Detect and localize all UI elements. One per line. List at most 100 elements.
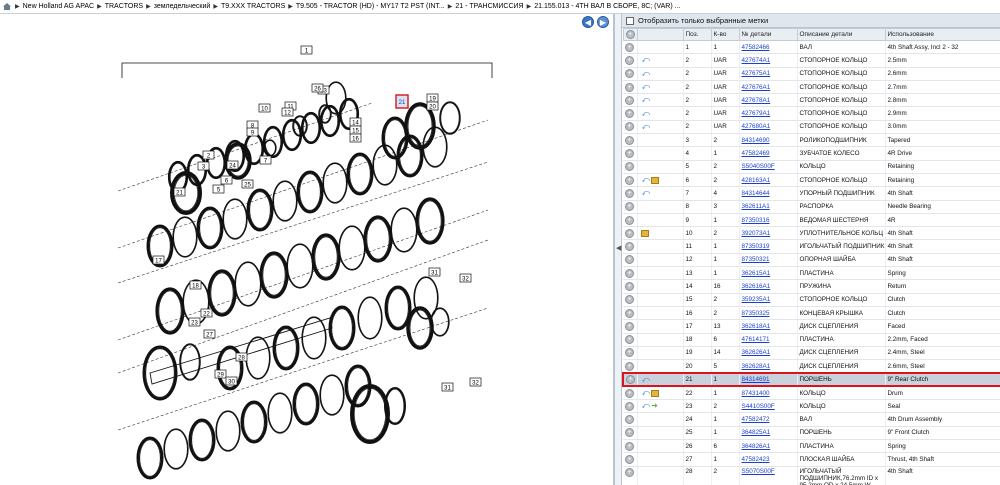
ring-part[interactable] <box>346 152 374 196</box>
row-expand[interactable]: + <box>622 371 638 388</box>
row-expand[interactable]: + <box>623 426 638 440</box>
row-expand[interactable]: + <box>623 120 638 135</box>
callout-label[interactable]: 10 <box>258 103 271 113</box>
table-row[interactable]: +4 1 47582469 ЗУБЧАТОЕ КОЛЕСО 4R Drive <box>623 146 1000 161</box>
table-row[interactable]: + ⤺ 2 UAR 427674A1 СТОПОРНОЕ КОЛЬЦО 2.5mm <box>623 53 1000 68</box>
callout-label[interactable]: 21 <box>173 187 186 197</box>
ring-part[interactable] <box>311 233 341 281</box>
table-row[interactable]: +19 14 362626A1 ДИСК СЦЕПЛЕНИЯ 2.4mm, Steel <box>623 346 1000 361</box>
breadcrumb-item[interactable]: ▶ земледельческий <box>143 3 210 10</box>
ring-part[interactable] <box>319 374 345 416</box>
panel-splitter[interactable]: ◀ <box>614 14 622 485</box>
row-expand[interactable]: + <box>623 399 638 414</box>
plus-icon[interactable]: + <box>625 361 634 371</box>
row-expand[interactable]: + <box>623 173 638 188</box>
part-number-link[interactable]: 427679A1 <box>742 110 771 117</box>
plus-icon[interactable]: + <box>625 441 634 451</box>
row-expand[interactable]: + <box>623 133 638 148</box>
table-row[interactable]: +13 1 362615A1 ПЛАСТИНА Spring <box>623 266 1000 281</box>
part-number-link[interactable]: 87350325 <box>742 310 770 317</box>
table-row[interactable]: + ⤺ 22 1 87431400 КОЛЬЦО Drum <box>623 386 1000 401</box>
table-row[interactable]: +1 1 47582466 ВАЛ 4th Shaft Assy, Incl 2 - 3… <box>623 40 1000 55</box>
ring-part[interactable] <box>286 243 314 289</box>
ring-part[interactable] <box>246 188 274 232</box>
table-row[interactable]: +24 1 47582472 ВАЛ 4th Drum Assembly <box>623 412 1000 427</box>
part-number-link[interactable]: 47582423 <box>742 456 770 463</box>
interchange-icon[interactable]: ⤺ <box>642 82 651 91</box>
row-expand[interactable]: + <box>623 40 638 55</box>
row-expand[interactable]: + <box>623 359 638 374</box>
ring-part[interactable] <box>363 215 393 263</box>
part-number-link[interactable]: 362615A1 <box>742 270 771 277</box>
plus-icon[interactable]: + <box>625 175 634 185</box>
callout-label[interactable]: 2 <box>202 150 215 160</box>
part-number-link[interactable]: 362611A1 <box>742 203 770 210</box>
plus-icon[interactable]: + <box>625 135 634 145</box>
row-expand[interactable]: + <box>623 439 638 454</box>
header-description[interactable]: Описание детали <box>796 28 886 41</box>
table-row[interactable]: +11 1 87350319 ИГОЛЬЧАТЫЙ ПОДШИПНИК 4th Shaf… <box>623 239 1000 254</box>
ring-part[interactable] <box>163 428 189 470</box>
part-number-link[interactable]: 359235A1 <box>742 296 771 303</box>
callout-label[interactable]: 26 <box>311 83 324 93</box>
plus-icon[interactable]: + <box>625 242 634 252</box>
callout-label[interactable]: 5 <box>212 184 225 194</box>
header-pos[interactable]: Поз. <box>682 28 712 41</box>
plus-icon[interactable]: + <box>625 454 634 464</box>
table-row[interactable]: +18 6 47614171 ПЛАСТИНА 2.2mm, Faced <box>623 333 1000 347</box>
interchange-icon[interactable]: ⤺ <box>642 375 651 384</box>
row-expand[interactable]: + <box>623 186 638 201</box>
part-number-link[interactable]: 47614171 <box>742 336 770 343</box>
row-expand[interactable]: + <box>623 146 638 161</box>
callout-label[interactable]: 32 <box>459 273 472 283</box>
callout-label[interactable]: 23 <box>188 317 201 327</box>
callout-label[interactable]: 31 <box>428 267 441 277</box>
breadcrumb-item[interactable]: ▶ T9.XXX TRACTORS <box>210 3 285 10</box>
part-number-link[interactable]: 362626A1 <box>742 349 771 356</box>
callout-label[interactable]: 15 <box>349 125 362 135</box>
breadcrumb-item[interactable]: ▶ New Holland AG APAC <box>2 2 94 11</box>
breadcrumb-item[interactable]: ▶ 21.155.013 - 4TH ВАЛ В СБОРЕ, 8C; (VAR)… <box>524 3 681 10</box>
plus-icon[interactable]: + <box>625 69 634 79</box>
ring-part[interactable] <box>222 198 248 240</box>
plus-icon[interactable]: + <box>625 42 634 52</box>
row-expand[interactable]: + <box>623 386 638 401</box>
table-row[interactable]: + ⤺ 2 UAR 427680A1 СТОПОРНОЕ КОЛЬЦО 3.0mm <box>623 120 1000 135</box>
part-number-link[interactable]: 84314644 <box>742 190 770 197</box>
table-row[interactable]: +25 1 364825A1 ПОРШЕНЬ 9" Front Clutch <box>623 426 1000 440</box>
breadcrumb-label[interactable]: T9.XXX TRACTORS <box>221 3 285 10</box>
ring-part[interactable] <box>267 392 293 434</box>
plus-icon[interactable]: + <box>625 228 634 238</box>
row-expand[interactable]: + <box>623 306 638 321</box>
ring-part[interactable] <box>207 269 237 317</box>
plus-icon[interactable]: + <box>625 308 634 318</box>
callout-label[interactable]: 1 <box>300 45 313 55</box>
callout-label[interactable]: 28 <box>235 352 248 362</box>
callout-label[interactable]: 29 <box>214 369 227 379</box>
interchange-icon[interactable]: ⤺ <box>642 122 651 131</box>
header-expand[interactable]: + <box>622 28 638 41</box>
table-row[interactable]: +9 1 87350316 ВЕДОМАЯ ШЕСТЕРНЯ 4R <box>623 213 1000 228</box>
package-icon[interactable] <box>651 176 660 184</box>
interchange-icon[interactable]: ⤺ <box>642 69 651 78</box>
row-expand[interactable]: + <box>623 279 638 294</box>
part-number-link[interactable]: 392073A1 <box>742 230 771 237</box>
ring-part[interactable] <box>172 216 198 258</box>
forward-arrow-icon[interactable]: ▶ <box>597 16 609 28</box>
interchange-icon[interactable]: ⤺ <box>642 188 651 197</box>
callout-label[interactable]: 3 <box>197 161 210 171</box>
row-expand[interactable]: + <box>623 93 638 108</box>
interchange-icon[interactable]: ⤺ <box>642 388 651 397</box>
ring-part[interactable] <box>292 382 320 426</box>
part-number-link[interactable]: 427678A1 <box>742 97 771 104</box>
callout-label[interactable]: 24 <box>226 160 239 170</box>
plus-icon[interactable]: + <box>626 375 635 385</box>
breadcrumb-item[interactable]: ▶ T9.505 - TRACTOR (HD) - MY17 T2 PST (IN… <box>285 3 444 10</box>
row-expand[interactable]: + <box>623 346 638 361</box>
part-number-link[interactable]: 364825A1 <box>742 429 771 436</box>
plus-icon[interactable]: + <box>625 215 634 225</box>
interchange-icon[interactable]: ⤺ <box>642 401 651 410</box>
ring-part[interactable] <box>240 400 268 444</box>
part-number-link[interactable]: 87431400 <box>742 390 770 397</box>
callout-label[interactable]: 17 <box>152 255 165 265</box>
